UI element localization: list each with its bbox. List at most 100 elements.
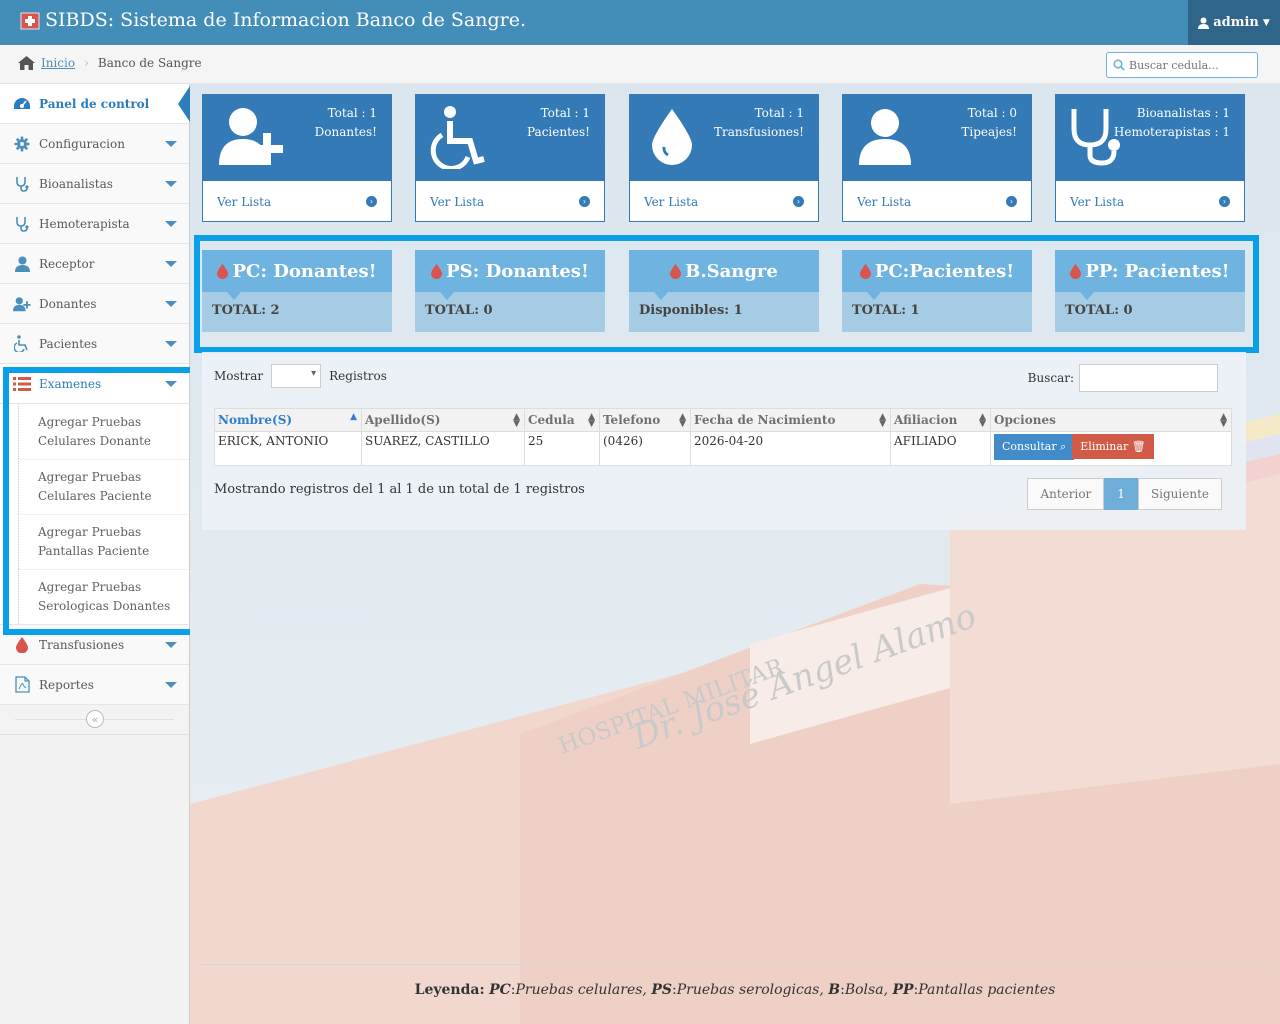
home-icon <box>18 56 35 70</box>
sidebar-item-examenes[interactable]: Examenes <box>0 364 189 404</box>
length-selector: Mostrar Registros <box>214 364 387 388</box>
ver-lista-label: Ver Lista <box>644 194 699 209</box>
info-box-pc-donantes: PC: Donantes! TOTAL: 2 <box>202 250 392 332</box>
drop-icon <box>1070 263 1082 279</box>
cedula-search-box <box>1106 52 1258 78</box>
show-label: Mostrar <box>214 369 264 383</box>
drop-icon <box>217 263 229 279</box>
sidebar-item-label: Bioanalistas <box>39 176 113 191</box>
sidebar-item-donantes[interactable]: Donantes <box>0 284 189 324</box>
ver-lista-transfusiones-link[interactable]: Ver Lista › <box>630 181 818 222</box>
sidebar-item-label: Hemoterapista <box>39 216 130 231</box>
sort-icon: ▲ ▼ <box>588 412 595 429</box>
legend-key-pc: PC <box>489 982 511 998</box>
top-navbar: SIBDS: Sistema de Informacion Banco de S… <box>0 0 1280 45</box>
table-info: Mostrando registros del 1 al 1 de un tot… <box>214 482 585 497</box>
consultar-button[interactable]: Consultar ⌕ <box>994 434 1075 460</box>
user-menu-button[interactable]: admin ▼ <box>1188 0 1280 45</box>
pagination-next-button[interactable]: Siguiente <box>1137 478 1222 510</box>
stat-label: Tipeajes! <box>961 125 1017 139</box>
sidebar-item-label: Donantes <box>39 296 97 311</box>
column-header-nombre[interactable]: Nombre(S) ▲ <box>214 408 362 432</box>
sidebar-item-label: Pacientes <box>39 336 98 351</box>
ver-lista-label: Ver Lista <box>217 194 272 209</box>
column-header-telefono[interactable]: Telefono ▲ ▼ <box>599 408 691 432</box>
sidebar-item-reportes[interactable]: Reportes <box>0 665 189 705</box>
sidebar-item-hemoterapista[interactable]: Hemoterapista <box>0 204 189 244</box>
caret-down-icon <box>165 221 177 227</box>
arrow-circle-right-icon: › <box>1219 196 1230 207</box>
stat-box-transfusiones: Total : 1 Transfusiones! Ver Lista › <box>629 94 819 222</box>
info-box-ps-donantes: PS: Donantes! TOTAL: 0 <box>415 250 605 332</box>
submenu-item-pantallas-paciente[interactable]: Agregar Pruebas Pantallas Paciente <box>18 514 189 569</box>
donantes-table-panel: Mostrar Registros Buscar: Nombre(S)▲ Ape… <box>202 352 1246 530</box>
trash-icon: 🗑 <box>1131 440 1146 453</box>
dashboard-icon <box>13 95 31 113</box>
drop-icon <box>652 109 692 165</box>
sidebar-item-transfusiones[interactable]: Transfusiones <box>0 625 189 665</box>
submenu-item-celulares-donante[interactable]: Agregar Pruebas Celulares Donante <box>18 404 189 459</box>
legend-desc-pp: Pantallas pacientes <box>918 982 1056 998</box>
ver-lista-tipeajes-link[interactable]: Ver Lista › <box>843 181 1031 222</box>
column-header-opciones[interactable]: Opciones ▲ ▼ <box>990 408 1232 432</box>
info-box-pp-pacientes: PP: Pacientes! TOTAL: 0 <box>1055 250 1245 332</box>
sidebar-item-configuracion[interactable]: Configuracion <box>0 124 189 164</box>
submenu-item-celulares-paciente[interactable]: Agregar Pruebas Celulares Paciente <box>18 459 189 514</box>
info-box-title: B.Sangre <box>685 260 778 282</box>
cell-nombre: ERICK, ANTONIO <box>214 431 362 466</box>
stat-total: Total : 0 <box>967 106 1017 120</box>
pagination: Anterior 1 Siguiente <box>1027 478 1222 510</box>
table-search-input[interactable] <box>1079 364 1218 392</box>
arrow-circle-right-icon: › <box>793 196 804 207</box>
column-header-fecha-nacimiento[interactable]: Fecha de Nacimiento ▲ ▼ <box>690 408 891 432</box>
pagination-prev-button[interactable]: Anterior <box>1027 478 1105 510</box>
breadcrumb-bar: Inicio › Banco de Sangre <box>0 45 1280 84</box>
app-title: SIBDS: Sistema de Informacion Banco de S… <box>45 9 527 31</box>
ver-lista-pacientes-link[interactable]: Ver Lista › <box>416 181 604 222</box>
sort-asc-icon: ▲ <box>350 412 357 422</box>
breadcrumb-home-link[interactable]: Inicio <box>41 56 75 70</box>
search-icon <box>1113 59 1125 71</box>
ver-lista-label: Ver Lista <box>430 194 485 209</box>
ver-lista-donantes-link[interactable]: Ver Lista › <box>203 181 391 222</box>
column-header-apellido[interactable]: Apellido(S) ▲ ▼ <box>361 408 525 432</box>
sidebar-item-receptor[interactable]: Receptor <box>0 244 189 284</box>
drop-icon <box>13 636 31 654</box>
column-header-cedula[interactable]: Cedula ▲ ▼ <box>524 408 600 432</box>
cell-cedula: 25 <box>524 431 600 466</box>
caret-down-icon <box>165 301 177 307</box>
hospital-background-image: HOSPITAL MILITAR Dr. José Angel Alamo <box>190 84 1280 1024</box>
sidebar-item-label: Receptor <box>39 256 95 271</box>
caret-down-icon <box>165 141 177 147</box>
user-icon <box>1198 17 1210 29</box>
sidebar-item-label: Transfusiones <box>39 637 125 652</box>
drop-icon <box>859 263 871 279</box>
stethoscope-icon <box>13 175 31 193</box>
sidebar-item-pacientes[interactable]: Pacientes <box>0 324 189 364</box>
sidebar-item-bioanalistas[interactable]: Bioanalistas <box>0 164 189 204</box>
info-box-pc-pacientes: PC:Pacientes! TOTAL: 1 <box>842 250 1032 332</box>
pdf-icon <box>13 676 31 694</box>
eliminar-button[interactable]: Eliminar 🗑 <box>1072 434 1154 459</box>
stethoscope-icon <box>13 215 31 233</box>
caret-down-icon: ▼ <box>1262 17 1270 28</box>
user-plus-icon <box>219 108 283 165</box>
brand[interactable]: SIBDS: Sistema de Informacion Banco de S… <box>20 9 526 31</box>
submenu-item-serologicas-donantes[interactable]: Agregar Pruebas Serologicas Donantes <box>18 569 189 624</box>
cedula-search-input[interactable] <box>1129 58 1249 72</box>
caret-down-icon <box>165 181 177 187</box>
collapse-sidebar-icon[interactable]: « <box>86 710 104 728</box>
sidebar-item-panel-de-control[interactable]: Panel de control <box>0 84 190 124</box>
table-header-row: Nombre(S) ▲ Apellido(S) ▲ ▼ Cedula ▲ ▼ Telefo… <box>214 408 1232 432</box>
info-box-b-sangre: B.Sangre Disponibles: 1 <box>629 250 819 332</box>
column-header-afiliacion[interactable]: Afiliacion ▲ ▼ <box>890 408 991 432</box>
caret-down-icon <box>165 341 177 347</box>
sort-icon: ▲ ▼ <box>679 412 686 429</box>
cell-afiliacion: AFILIADO <box>890 431 991 466</box>
legend-key-pp: PP <box>892 982 914 998</box>
cell-fecha-nacimiento: 2026-04-20 <box>690 431 891 466</box>
records-per-page-select[interactable] <box>271 364 322 388</box>
pagination-page-1[interactable]: 1 <box>1104 478 1138 510</box>
ver-lista-personal-link[interactable]: Ver Lista › <box>1056 181 1244 222</box>
arrow-circle-right-icon: › <box>1006 196 1017 207</box>
